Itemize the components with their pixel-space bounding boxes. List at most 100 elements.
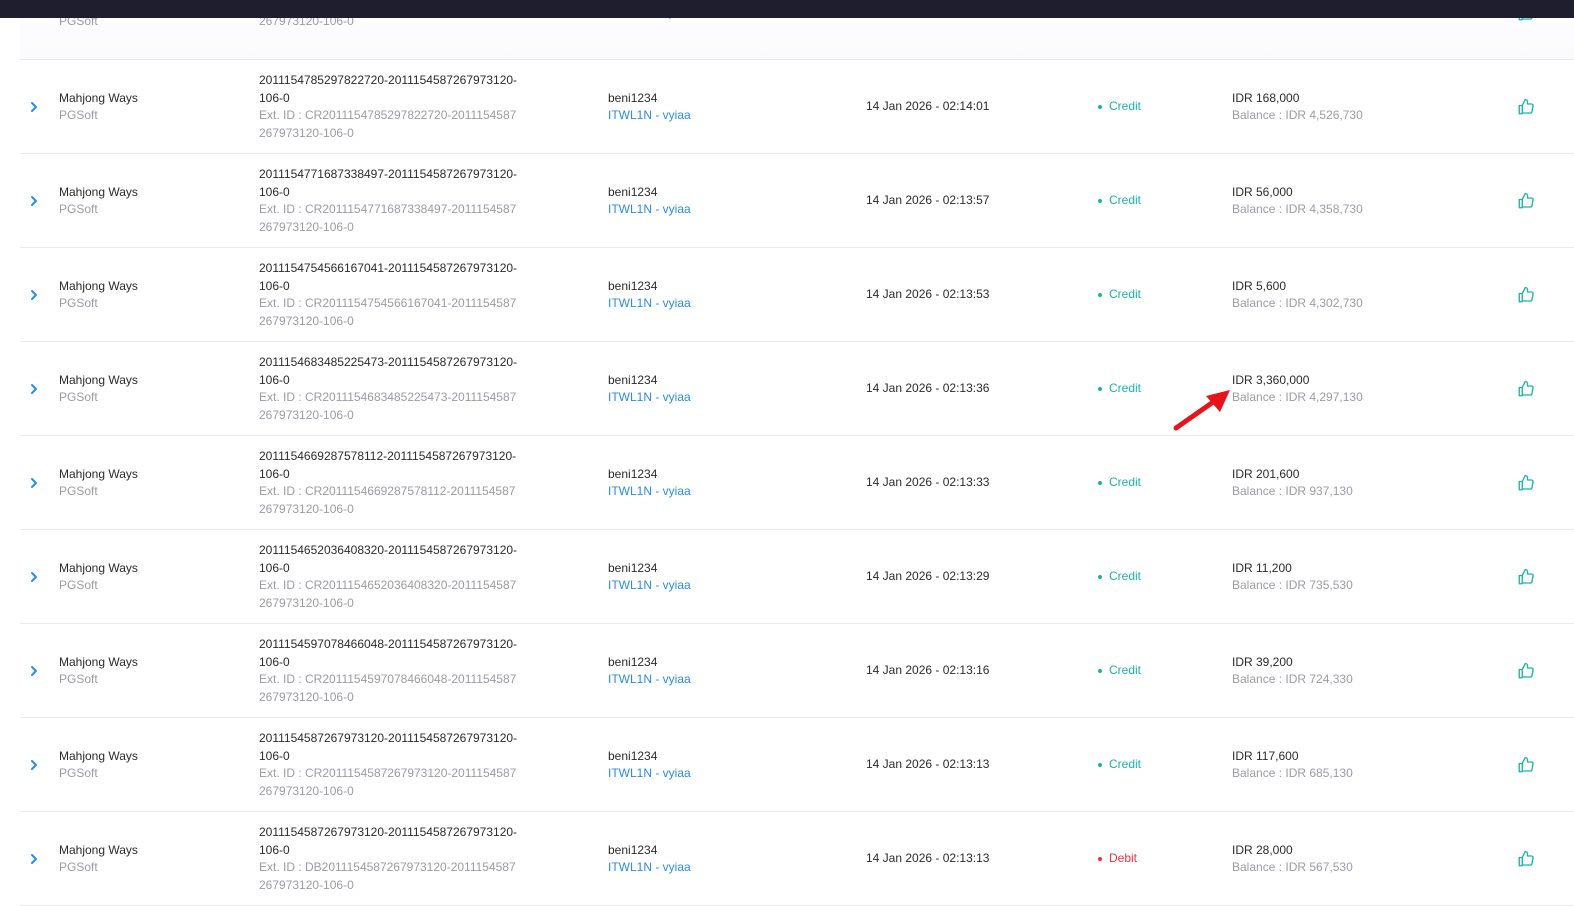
type-cell: Credit bbox=[1098, 154, 1218, 248]
expand-cell[interactable] bbox=[24, 530, 44, 624]
table-row[interactable]: Mahjong Ways PGSoft 2011154597078466048-… bbox=[20, 624, 1574, 718]
amount: IDR 168,000 bbox=[1232, 90, 1300, 105]
status-badge: Credit bbox=[1098, 568, 1218, 586]
agent-link[interactable]: ITWL1N - vyiaa bbox=[608, 107, 808, 125]
date-cell: 14 Jan 2026 - 02:13:36 bbox=[866, 342, 1066, 436]
amount: IDR 117,600 bbox=[1232, 748, 1299, 763]
table-row[interactable]: Mahjong Ways PGSoft 2011154587267973120-… bbox=[20, 812, 1574, 906]
expand-cell[interactable] bbox=[24, 436, 44, 530]
amount: IDR 11,200 bbox=[1232, 560, 1292, 575]
table-row[interactable]: Mahjong Ways PGSoft 2011154669287578112-… bbox=[20, 436, 1574, 530]
agent-link[interactable]: ITWL1N - vyiaa bbox=[608, 577, 808, 595]
thumbs-up-icon[interactable] bbox=[1517, 756, 1535, 774]
action-cell[interactable] bbox=[1514, 718, 1538, 812]
amount: IDR 3,360,000 bbox=[1232, 372, 1310, 387]
transaction-datetime: 14 Jan 2026 - 02:13:33 bbox=[866, 475, 990, 490]
action-cell[interactable] bbox=[1514, 342, 1538, 436]
amount-cell: IDR 11,200 Balance : IDR 735,530 bbox=[1232, 530, 1452, 624]
expand-cell[interactable] bbox=[24, 624, 44, 718]
status-dot bbox=[1098, 857, 1102, 861]
expand-cell[interactable] bbox=[24, 342, 44, 436]
game-name: Mahjong Ways bbox=[59, 654, 138, 669]
chevron-right-icon[interactable] bbox=[29, 101, 39, 113]
chevron-right-icon[interactable] bbox=[29, 853, 39, 865]
date-cell: 14 Jan 2026 - 02:13:16 bbox=[866, 624, 1066, 718]
status-label: Credit bbox=[1109, 569, 1142, 584]
date-cell: 14 Jan 2026 - 02:13:13 bbox=[866, 718, 1066, 812]
balance: Balance : IDR 567,530 bbox=[1232, 860, 1353, 874]
game-cell: Mahjong Ways PGSoft bbox=[59, 342, 239, 436]
table-row[interactable]: Mahjong Ways PGSoft 2011154587267973120-… bbox=[20, 718, 1574, 812]
table-row[interactable]: Mahjong Ways PGSoft 2011154754566167041-… bbox=[20, 248, 1574, 342]
agent-link[interactable]: ITWL1N - vyiaa bbox=[608, 765, 808, 783]
expand-cell[interactable] bbox=[24, 718, 44, 812]
action-cell[interactable] bbox=[1514, 436, 1538, 530]
game-name: Mahjong Ways bbox=[59, 466, 138, 481]
status-dot bbox=[1098, 763, 1102, 767]
chevron-right-icon[interactable] bbox=[29, 571, 39, 583]
table-row[interactable]: Mahjong Ways PGSoft 2011154652036408320-… bbox=[20, 530, 1574, 624]
status-label: Credit bbox=[1109, 287, 1142, 302]
external-id: Ext. ID : CR2011154669287578112-20111545… bbox=[259, 484, 516, 516]
agent-link[interactable]: ITWL1N - vyiaa bbox=[608, 671, 808, 689]
action-cell[interactable] bbox=[1514, 154, 1538, 248]
chevron-right-icon[interactable] bbox=[29, 665, 39, 677]
action-cell[interactable] bbox=[1514, 812, 1538, 906]
action-cell[interactable] bbox=[1514, 624, 1538, 718]
balance: Balance : IDR 735,530 bbox=[1232, 578, 1353, 592]
table-row[interactable]: Mahjong Ways PGSoft 2011154683485225473-… bbox=[20, 342, 1574, 436]
thumbs-up-icon[interactable] bbox=[1517, 98, 1535, 116]
thumbs-up-icon[interactable] bbox=[1517, 192, 1535, 210]
status-dot bbox=[1098, 105, 1102, 109]
external-id: Ext. ID : CR2011154771687338497-20111545… bbox=[259, 202, 517, 234]
action-cell[interactable] bbox=[1514, 530, 1538, 624]
agent-link[interactable]: ITWL1N - vyiaa bbox=[608, 389, 808, 407]
type-cell: Credit bbox=[1098, 718, 1218, 812]
transaction-id: 2011154587267973120-2011154587267973120-… bbox=[259, 731, 518, 763]
chevron-right-icon[interactable] bbox=[29, 195, 39, 207]
type-cell: Debit bbox=[1098, 812, 1218, 906]
balance: Balance : IDR 685,130 bbox=[1232, 766, 1353, 780]
agent-link[interactable]: ITWL1N - vyiaa bbox=[608, 295, 808, 313]
chevron-right-icon[interactable] bbox=[29, 289, 39, 301]
chevron-right-icon[interactable] bbox=[29, 383, 39, 395]
action-cell[interactable] bbox=[1514, 248, 1538, 342]
user-cell: beni1234 ITWL1N - vyiaa bbox=[608, 624, 808, 718]
thumbs-up-icon[interactable] bbox=[1517, 380, 1535, 398]
agent-link[interactable]: ITWL1N - vyiaa bbox=[608, 483, 808, 501]
provider-name: PGSoft bbox=[59, 766, 98, 780]
amount-cell: IDR 39,200 Balance : IDR 724,330 bbox=[1232, 624, 1452, 718]
chevron-right-icon[interactable] bbox=[29, 759, 39, 771]
table-row[interactable]: Mahjong Ways PGSoft 2011154785297822720-… bbox=[20, 60, 1574, 154]
expand-cell[interactable] bbox=[24, 154, 44, 248]
status-label: Credit bbox=[1109, 475, 1142, 490]
date-cell: 14 Jan 2026 - 02:13:57 bbox=[866, 154, 1066, 248]
transaction-id: 2011154652036408320-2011154587267973120-… bbox=[259, 543, 518, 575]
transaction-cell: 2011154669287578112-2011154587267973120-… bbox=[259, 436, 579, 530]
thumbs-up-icon[interactable] bbox=[1517, 474, 1535, 492]
provider-name: PGSoft bbox=[59, 390, 98, 404]
action-cell[interactable] bbox=[1514, 60, 1538, 154]
thumbs-up-icon[interactable] bbox=[1517, 662, 1535, 680]
chevron-right-icon[interactable] bbox=[29, 477, 39, 489]
amount-cell: IDR 168,000 Balance : IDR 4,526,730 bbox=[1232, 60, 1452, 154]
expand-cell[interactable] bbox=[24, 812, 44, 906]
thumbs-up-icon[interactable] bbox=[1517, 850, 1535, 868]
status-label: Credit bbox=[1109, 663, 1142, 678]
transaction-id: 2011154754566167041-2011154587267973120-… bbox=[259, 261, 518, 293]
table-row[interactable]: Mahjong Ways PGSoft 2011154771687338497-… bbox=[20, 154, 1574, 248]
username: beni1234 bbox=[608, 748, 658, 763]
status-badge: Credit bbox=[1098, 756, 1218, 774]
agent-link[interactable]: ITWL1N - vyiaa bbox=[608, 859, 808, 877]
expand-cell[interactable] bbox=[24, 248, 44, 342]
game-cell: Mahjong Ways PGSoft bbox=[59, 154, 239, 248]
thumbs-up-icon[interactable] bbox=[1517, 568, 1535, 586]
thumbs-up-icon[interactable] bbox=[1517, 286, 1535, 304]
expand-cell[interactable] bbox=[24, 60, 44, 154]
username: beni1234 bbox=[608, 184, 658, 199]
agent-link[interactable]: ITWL1N - vyiaa bbox=[608, 201, 808, 219]
transaction-id: 2011154771687338497-2011154587267973120-… bbox=[259, 167, 518, 199]
game-name: Mahjong Ways bbox=[59, 842, 138, 857]
status-label: Credit bbox=[1109, 99, 1142, 114]
game-cell: Mahjong Ways PGSoft bbox=[59, 248, 239, 342]
